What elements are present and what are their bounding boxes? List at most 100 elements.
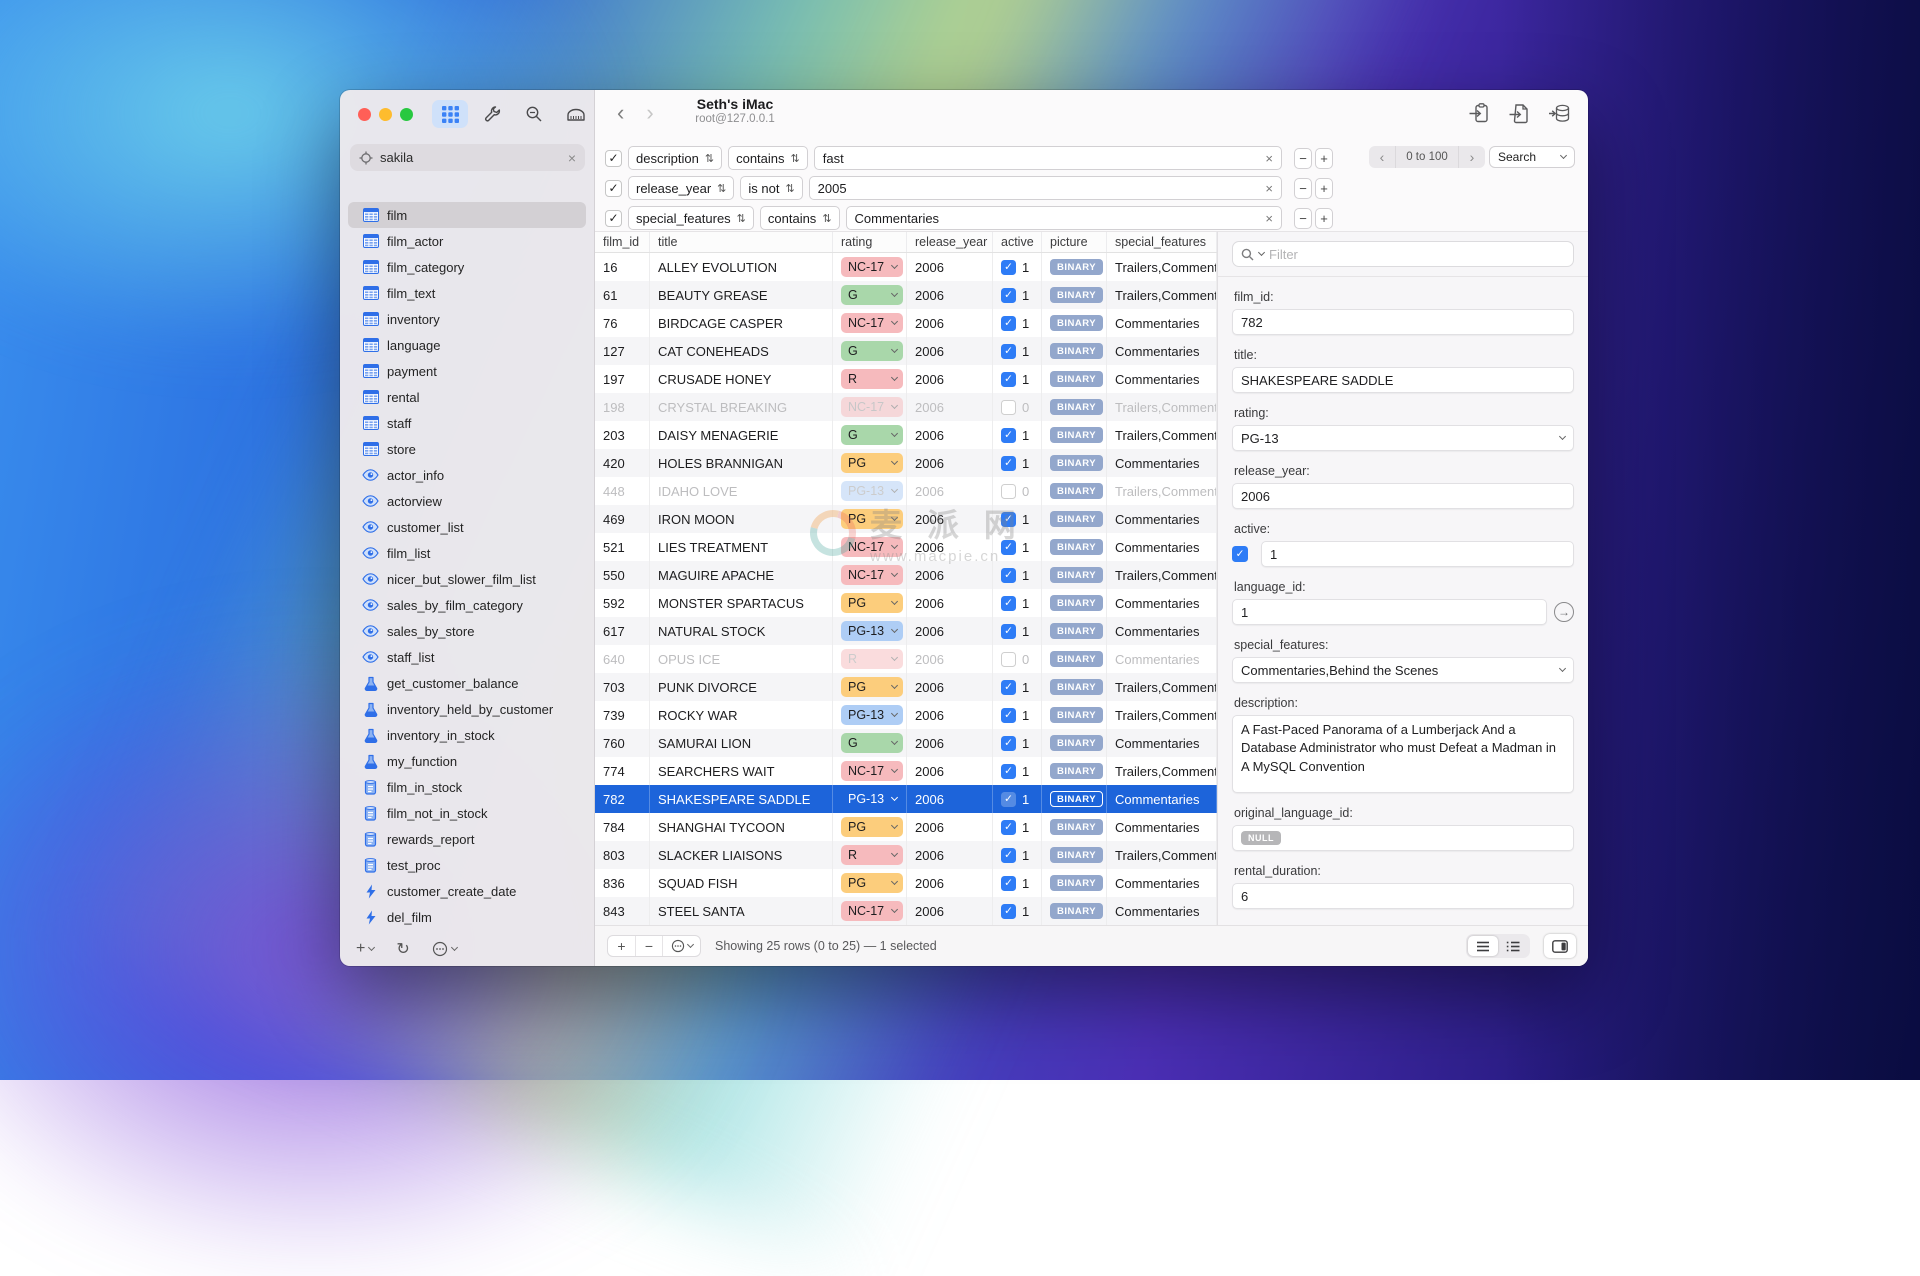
active-checkbox[interactable]: ✓ [1001, 512, 1016, 527]
column-header-picture[interactable]: picture [1042, 232, 1107, 252]
table-row[interactable]: 16ALLEY EVOLUTIONNC-172006✓1BINARYTraile… [595, 253, 1217, 281]
filter-field-select[interactable]: description⇅ [628, 146, 722, 170]
remove-filter-button[interactable]: − [1294, 148, 1312, 169]
table-row[interactable]: 420HOLES BRANNIGANPG2006✓1BINARYCommenta… [595, 449, 1217, 477]
table-row[interactable]: 61BEAUTY GREASEG2006✓1BINARYTrailers,Com… [595, 281, 1217, 309]
table-row[interactable]: 203DAISY MENAGERIEG2006✓1BINARYTrailers,… [595, 421, 1217, 449]
filter-field-select[interactable]: special_features⇅ [628, 206, 754, 230]
remove-filter-button[interactable]: − [1294, 178, 1312, 199]
console-button[interactable] [558, 100, 594, 128]
add-filter-button[interactable]: + [1315, 208, 1333, 229]
table-row[interactable]: 617NATURAL STOCKPG-132006✓1BINARYComment… [595, 617, 1217, 645]
sidebar-more-button[interactable] [432, 941, 457, 957]
field-checkbox-active[interactable]: ✓ [1232, 546, 1248, 562]
back-button[interactable]: ‹ [617, 100, 624, 126]
rating-select[interactable]: NC-17 [841, 761, 903, 781]
active-checkbox[interactable]: ✓ [1001, 484, 1016, 499]
active-checkbox[interactable]: ✓ [1001, 792, 1016, 807]
active-checkbox[interactable]: ✓ [1001, 428, 1016, 443]
active-checkbox[interactable]: ✓ [1001, 260, 1016, 275]
table-row[interactable]: 469IRON MOONPG2006✓1BINARYCommentaries [595, 505, 1217, 533]
active-checkbox[interactable]: ✓ [1001, 904, 1016, 919]
active-checkbox[interactable]: ✓ [1001, 820, 1016, 835]
column-header-film_id[interactable]: film_id [595, 232, 650, 252]
active-checkbox[interactable]: ✓ [1001, 624, 1016, 639]
rating-select[interactable]: PG-13 [841, 789, 903, 809]
sidebar-item-actor_info[interactable]: actor_info [348, 462, 586, 488]
refresh-button[interactable]: ↻ [396, 939, 409, 959]
table-row[interactable]: 782SHAKESPEARE SADDLEPG-132006✓1BINARYCo… [595, 785, 1217, 813]
rating-select[interactable]: PG-13 [841, 705, 903, 725]
filter-value-input[interactable]: Commentaries× [846, 206, 1282, 230]
column-header-special_features[interactable]: special_features [1107, 232, 1217, 252]
active-checkbox[interactable]: ✓ [1001, 372, 1016, 387]
sidebar-item-film_not_in_stock[interactable]: film_not_in_stock [348, 800, 586, 826]
rating-select[interactable]: G [841, 733, 903, 753]
column-header-title[interactable]: title [650, 232, 833, 252]
grid-view-button[interactable] [432, 100, 468, 128]
remove-filter-button[interactable]: − [1294, 208, 1312, 229]
sidebar-item-my_function[interactable]: my_function [348, 748, 586, 774]
add-filter-button[interactable]: + [1315, 178, 1333, 199]
filter-value-input[interactable]: fast× [814, 146, 1282, 170]
forward-button[interactable]: › [646, 100, 653, 126]
rating-select[interactable]: NC-17 [841, 397, 903, 417]
rating-select[interactable]: PG [841, 677, 903, 697]
field-input-release_year[interactable]: 2006 [1232, 483, 1574, 509]
sidebar-item-nicer_but_slower_film_list[interactable]: nicer_but_slower_film_list [348, 566, 586, 592]
field-input-rental_duration[interactable]: 6 [1232, 883, 1574, 909]
rating-select[interactable]: NC-17 [841, 313, 903, 333]
sidebar-item-sales_by_film_category[interactable]: sales_by_film_category [348, 592, 586, 618]
filter-operator-select[interactable]: contains⇅ [728, 146, 808, 170]
field-input-description[interactable]: A Fast-Paced Panorama of a Lumberjack An… [1232, 715, 1574, 793]
sidebar-item-customer_create_date[interactable]: customer_create_date [348, 878, 586, 904]
rating-select[interactable]: NC-17 [841, 565, 903, 585]
table-row[interactable]: 521LIES TREATMENTNC-172006✓1BINARYCommen… [595, 533, 1217, 561]
active-checkbox[interactable]: ✓ [1001, 288, 1016, 303]
pager-next-button[interactable]: › [1459, 149, 1485, 165]
clear-filter-icon[interactable]: × [1265, 151, 1273, 166]
sidebar-item-customer_list[interactable]: customer_list [348, 514, 586, 540]
zoom-window-button[interactable] [400, 108, 413, 121]
filter-enabled-checkbox[interactable]: ✓ [605, 150, 622, 167]
sidebar-item-film[interactable]: film [348, 202, 586, 228]
rating-select[interactable]: R [841, 845, 903, 865]
active-checkbox[interactable]: ✓ [1001, 596, 1016, 611]
rating-select[interactable]: PG [841, 817, 903, 837]
rating-select[interactable]: PG [841, 509, 903, 529]
rating-select[interactable]: PG-13 [841, 621, 903, 641]
sidebar-item-film_list[interactable]: film_list [348, 540, 586, 566]
field-select-rating[interactable]: PG-13 [1232, 425, 1574, 451]
table-row[interactable]: 843STEEL SANTANC-172006✓1BINARYCommentar… [595, 897, 1217, 925]
sidebar-item-film_text[interactable]: film_text [348, 280, 586, 306]
filter-enabled-checkbox[interactable]: ✓ [605, 210, 622, 227]
tools-button[interactable] [474, 100, 510, 128]
table-row[interactable]: 703PUNK DIVORCEPG2006✓1BINARYTrailers,Co… [595, 673, 1217, 701]
sidebar-item-film_category[interactable]: film_category [348, 254, 586, 280]
field-input-language_id[interactable]: 1 [1232, 599, 1547, 625]
rating-select[interactable]: PG [841, 873, 903, 893]
table-row[interactable]: 550MAGUIRE APACHENC-172006✓1BINARYTraile… [595, 561, 1217, 589]
grid-view-mode-button[interactable] [1468, 936, 1498, 956]
active-checkbox[interactable]: ✓ [1001, 764, 1016, 779]
sidebar-item-rewards_report[interactable]: rewards_report [348, 826, 586, 852]
active-checkbox[interactable]: ✓ [1001, 876, 1016, 891]
column-header-release_year[interactable]: release_year [907, 232, 993, 252]
add-object-button[interactable]: + [356, 940, 374, 958]
active-checkbox[interactable]: ✓ [1001, 708, 1016, 723]
table-row[interactable]: 197CRUSADE HONEYR2006✓1BINARYCommentarie… [595, 365, 1217, 393]
mode-select[interactable]: Search [1489, 146, 1575, 168]
import-database-button[interactable] [1548, 102, 1572, 125]
rating-select[interactable]: PG [841, 453, 903, 473]
filter-operator-select[interactable]: contains⇅ [760, 206, 840, 230]
sidebar-item-get_customer_balance[interactable]: get_customer_balance [348, 670, 586, 696]
rating-select[interactable]: NC-17 [841, 901, 903, 921]
active-checkbox[interactable]: ✓ [1001, 400, 1016, 415]
search-tool-button[interactable] [516, 100, 552, 128]
sidebar-item-film_actor[interactable]: film_actor [348, 228, 586, 254]
toggle-detail-panel-button[interactable] [1544, 934, 1576, 958]
add-filter-button[interactable]: + [1315, 148, 1333, 169]
rating-select[interactable]: NC-17 [841, 537, 903, 557]
field-input-title[interactable]: SHAKESPEARE SADDLE [1232, 367, 1574, 393]
rating-select[interactable]: G [841, 341, 903, 361]
